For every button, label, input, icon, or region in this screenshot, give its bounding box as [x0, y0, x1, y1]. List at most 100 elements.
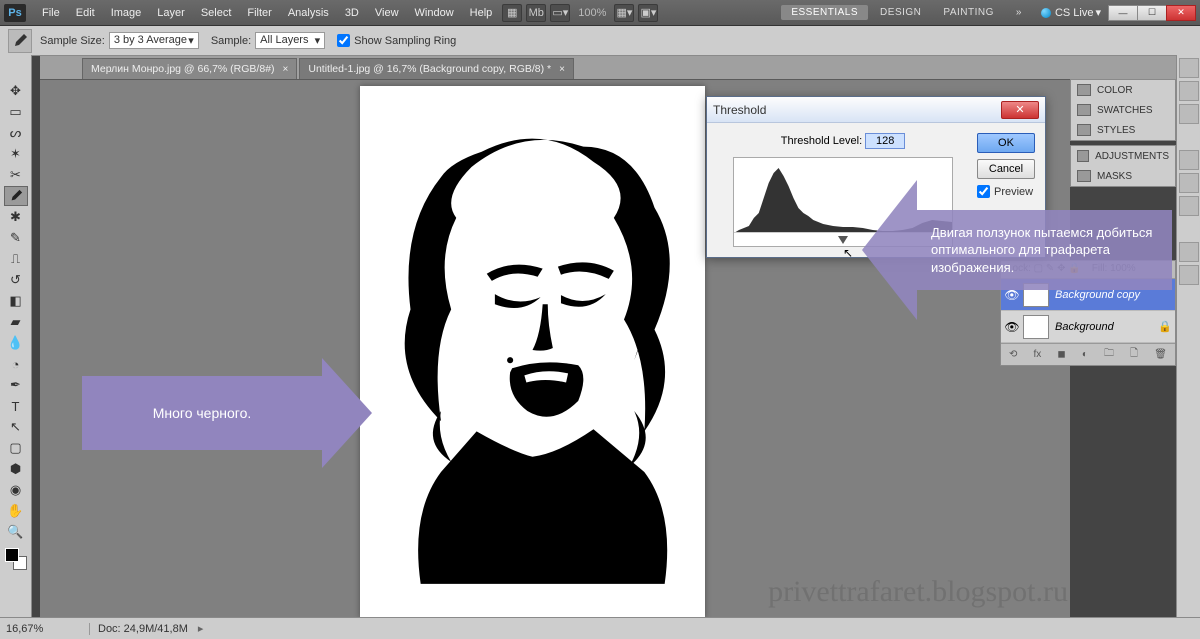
- collapsed-panel-icon[interactable]: [1179, 58, 1199, 78]
- collapsed-panel-icon[interactable]: [1179, 196, 1199, 216]
- mask-icon[interactable]: ◼: [1057, 349, 1065, 360]
- collapsed-panel-icon[interactable]: [1179, 81, 1199, 101]
- gradient-tool[interactable]: ▰: [4, 312, 28, 332]
- window-minimize-button[interactable]: —: [1108, 5, 1138, 21]
- app-logo: Ps: [4, 4, 26, 22]
- menu-file[interactable]: File: [34, 3, 68, 23]
- eyedropper-tool[interactable]: [4, 186, 28, 206]
- status-doc-size[interactable]: Doc: 24,9M/41,8M: [90, 623, 196, 635]
- zoom-tool[interactable]: 🔍: [4, 522, 28, 542]
- window-close-button[interactable]: ✕: [1166, 5, 1196, 21]
- adjustments-icon: [1077, 150, 1089, 162]
- collapsed-panel-icon[interactable]: [1179, 242, 1199, 262]
- document-tab-1[interactable]: Мерлин Монро.jpg @ 66,7% (RGB/8#)×: [82, 58, 297, 79]
- stamp-tool[interactable]: ⎍: [4, 249, 28, 269]
- watermark-text: privettrafaret.blogspot.ru: [768, 575, 1068, 609]
- collapsed-panel-icon[interactable]: [1179, 173, 1199, 193]
- launch-bridge-icon[interactable]: ▦: [502, 4, 522, 22]
- cs-live-button[interactable]: CS Live▾: [1041, 6, 1101, 19]
- healing-brush-tool[interactable]: ✱: [4, 207, 28, 227]
- close-tab-icon[interactable]: ×: [283, 64, 289, 75]
- dialog-titlebar[interactable]: Threshold ✕: [707, 97, 1045, 123]
- history-brush-tool[interactable]: ↺: [4, 270, 28, 290]
- cursor-icon: ↖: [843, 246, 853, 260]
- pen-tool[interactable]: ✒: [4, 375, 28, 395]
- zoom-level[interactable]: 100%: [578, 7, 606, 19]
- new-layer-icon[interactable]: 🗋: [1130, 346, 1138, 363]
- shape-tool[interactable]: ▢: [4, 438, 28, 458]
- adjustment-layer-icon[interactable]: ◐: [1082, 349, 1088, 360]
- menu-analysis[interactable]: Analysis: [280, 3, 337, 23]
- extras-icon[interactable]: ▭▾: [550, 4, 570, 22]
- workspace-painting[interactable]: PAINTING: [933, 5, 1003, 20]
- document-canvas[interactable]: [360, 86, 705, 618]
- panel-adjustments[interactable]: ADJUSTMENTS: [1071, 146, 1175, 166]
- group-icon[interactable]: 🗀: [1104, 346, 1114, 363]
- lock-icon: 🔒: [1155, 320, 1175, 333]
- 3d-camera-tool[interactable]: ◉: [4, 480, 28, 500]
- lasso-tool[interactable]: ᔕ: [4, 123, 28, 143]
- menu-window[interactable]: Window: [407, 3, 462, 23]
- type-tool[interactable]: T: [4, 396, 28, 416]
- quick-select-tool[interactable]: ✶: [4, 144, 28, 164]
- sample-size-select[interactable]: 3 by 3 Average ▾: [109, 32, 199, 49]
- collapsed-panel-icon[interactable]: [1179, 104, 1199, 124]
- sample-layers-select[interactable]: All Layers ▾: [255, 32, 325, 49]
- menu-image[interactable]: Image: [103, 3, 150, 23]
- menu-help[interactable]: Help: [462, 3, 501, 23]
- menu-select[interactable]: Select: [193, 3, 240, 23]
- options-bar: Sample Size: 3 by 3 Average ▾ Sample: Al…: [0, 26, 1200, 56]
- layers-footer: ⟲ fx ◼ ◐ 🗀 🗋 🗑: [1001, 343, 1175, 365]
- screen-mode-icon[interactable]: ▣▾: [638, 4, 658, 22]
- panel-color[interactable]: COLOR: [1071, 80, 1175, 100]
- color-swatch[interactable]: [5, 548, 27, 570]
- menu-view[interactable]: View: [367, 3, 407, 23]
- document-tab-2[interactable]: Untitled-1.jpg @ 16,7% (Background copy,…: [299, 58, 574, 79]
- right-dock-collapsed: [1176, 55, 1200, 617]
- menu-layer[interactable]: Layer: [149, 3, 193, 23]
- swatches-icon: [1077, 104, 1091, 116]
- dialog-close-button[interactable]: ✕: [1001, 101, 1039, 119]
- menu-3d[interactable]: 3D: [337, 3, 367, 23]
- window-maximize-button[interactable]: ☐: [1137, 5, 1167, 21]
- threshold-image: [380, 106, 685, 594]
- show-sampling-ring-label: Show Sampling Ring: [354, 35, 456, 47]
- path-select-tool[interactable]: ↖: [4, 417, 28, 437]
- fx-icon[interactable]: fx: [1034, 349, 1042, 360]
- menu-edit[interactable]: Edit: [68, 3, 103, 23]
- panel-swatches[interactable]: SWATCHES: [1071, 100, 1175, 120]
- workspace-design[interactable]: DESIGN: [870, 5, 931, 20]
- delete-layer-icon[interactable]: 🗑: [1154, 349, 1167, 360]
- visibility-icon[interactable]: 👁: [1001, 320, 1023, 334]
- workspace-more[interactable]: »: [1006, 5, 1032, 20]
- move-tool[interactable]: ✥: [4, 81, 28, 101]
- sample-label: Sample:: [211, 35, 251, 47]
- threshold-level-input[interactable]: [865, 133, 905, 149]
- status-zoom[interactable]: 16,67%: [0, 623, 90, 635]
- dodge-tool[interactable]: ◔: [4, 354, 28, 374]
- hand-tool[interactable]: ✋: [4, 501, 28, 521]
- menu-filter[interactable]: Filter: [239, 3, 279, 23]
- ok-button[interactable]: OK: [977, 133, 1035, 153]
- workspace-essentials[interactable]: ESSENTIALS: [781, 5, 868, 20]
- crop-tool[interactable]: ✂: [4, 165, 28, 185]
- color-icon: [1077, 84, 1091, 96]
- eraser-tool[interactable]: ◧: [4, 291, 28, 311]
- close-tab-icon[interactable]: ×: [559, 64, 565, 75]
- cancel-button[interactable]: Cancel: [977, 159, 1035, 179]
- panel-styles[interactable]: STYLES: [1071, 120, 1175, 140]
- collapsed-panel-icon[interactable]: [1179, 150, 1199, 170]
- link-layers-icon[interactable]: ⟲: [1009, 349, 1017, 360]
- show-sampling-ring-checkbox[interactable]: [337, 34, 350, 47]
- collapsed-panel-icon[interactable]: [1179, 265, 1199, 285]
- menu-bar: Ps File Edit Image Layer Select Filter A…: [0, 0, 1200, 26]
- launch-minibridge-icon[interactable]: Mb: [526, 4, 546, 22]
- styles-icon: [1077, 124, 1091, 136]
- 3d-tool[interactable]: ⬢: [4, 459, 28, 479]
- threshold-slider-thumb[interactable]: [838, 236, 848, 244]
- arrange-docs-icon[interactable]: ▦▾: [614, 4, 634, 22]
- brush-tool[interactable]: ✎: [4, 228, 28, 248]
- eyedropper-tool-icon[interactable]: [8, 29, 32, 53]
- marquee-tool[interactable]: ▭: [4, 102, 28, 122]
- blur-tool[interactable]: 💧: [4, 333, 28, 353]
